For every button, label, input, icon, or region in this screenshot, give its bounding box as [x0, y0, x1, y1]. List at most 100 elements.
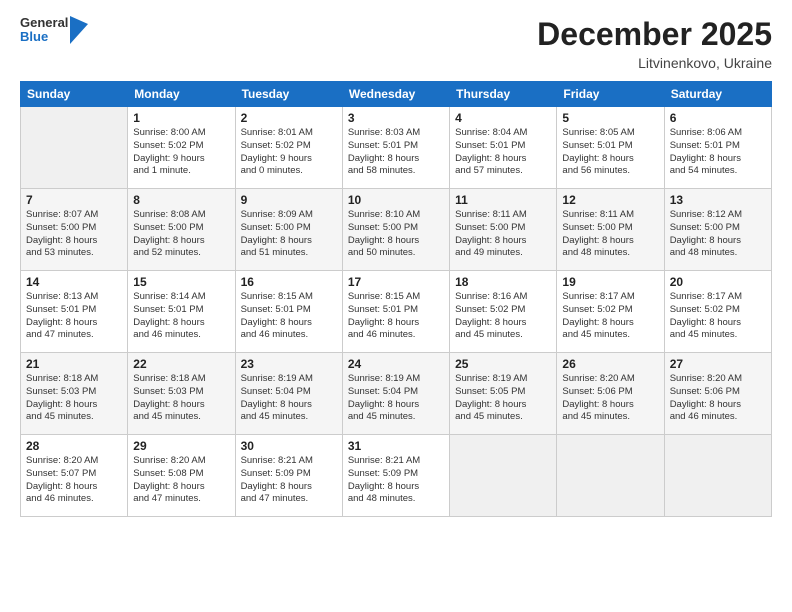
day-number: 29: [133, 439, 229, 453]
logo-blue: Blue: [20, 30, 68, 44]
day-info: Sunrise: 8:17 AMSunset: 5:02 PMDaylight:…: [670, 291, 766, 342]
day-number: 31: [348, 439, 444, 453]
day-info: Sunrise: 8:14 AMSunset: 5:01 PMDaylight:…: [133, 291, 229, 342]
header-day-sunday: Sunday: [21, 82, 128, 107]
day-number: 20: [670, 275, 766, 289]
day-info: Sunrise: 8:21 AMSunset: 5:09 PMDaylight:…: [241, 455, 337, 506]
day-info: Sunrise: 8:19 AMSunset: 5:04 PMDaylight:…: [348, 373, 444, 424]
day-number: 21: [26, 357, 122, 371]
day-info: Sunrise: 8:21 AMSunset: 5:09 PMDaylight:…: [348, 455, 444, 506]
day-number: 15: [133, 275, 229, 289]
logo-icon: [70, 16, 88, 44]
day-info: Sunrise: 8:11 AMSunset: 5:00 PMDaylight:…: [455, 209, 551, 260]
day-number: 17: [348, 275, 444, 289]
logo-general: General: [20, 16, 68, 30]
calendar-week-1: 1 Sunrise: 8:00 AMSunset: 5:02 PMDaylight…: [21, 107, 772, 189]
day-number: 12: [562, 193, 658, 207]
day-info: Sunrise: 8:08 AMSunset: 5:00 PMDaylight:…: [133, 209, 229, 260]
calendar-week-4: 21 Sunrise: 8:18 AMSunset: 5:03 PMDayligh…: [21, 353, 772, 435]
day-info: Sunrise: 8:15 AMSunset: 5:01 PMDaylight:…: [348, 291, 444, 342]
calendar-cell: 13 Sunrise: 8:12 AMSunset: 5:00 PMDayligh…: [664, 189, 771, 271]
day-number: 19: [562, 275, 658, 289]
day-number: 18: [455, 275, 551, 289]
day-info: Sunrise: 8:05 AMSunset: 5:01 PMDaylight:…: [562, 127, 658, 178]
calendar-cell: [450, 435, 557, 517]
calendar-cell: 29 Sunrise: 8:20 AMSunset: 5:08 PMDayligh…: [128, 435, 235, 517]
header-day-wednesday: Wednesday: [342, 82, 449, 107]
day-info: Sunrise: 8:20 AMSunset: 5:08 PMDaylight:…: [133, 455, 229, 506]
day-info: Sunrise: 8:13 AMSunset: 5:01 PMDaylight:…: [26, 291, 122, 342]
calendar-cell: 28 Sunrise: 8:20 AMSunset: 5:07 PMDayligh…: [21, 435, 128, 517]
day-info: Sunrise: 8:20 AMSunset: 5:07 PMDaylight:…: [26, 455, 122, 506]
calendar-cell: [21, 107, 128, 189]
day-info: Sunrise: 8:01 AMSunset: 5:02 PMDaylight:…: [241, 127, 337, 178]
day-number: 14: [26, 275, 122, 289]
day-info: Sunrise: 8:10 AMSunset: 5:00 PMDaylight:…: [348, 209, 444, 260]
day-number: 5: [562, 111, 658, 125]
day-info: Sunrise: 8:15 AMSunset: 5:01 PMDaylight:…: [241, 291, 337, 342]
calendar-table: SundayMondayTuesdayWednesdayThursdayFrid…: [20, 81, 772, 517]
day-info: Sunrise: 8:16 AMSunset: 5:02 PMDaylight:…: [455, 291, 551, 342]
day-info: Sunrise: 8:07 AMSunset: 5:00 PMDaylight:…: [26, 209, 122, 260]
day-info: Sunrise: 8:09 AMSunset: 5:00 PMDaylight:…: [241, 209, 337, 260]
calendar-cell: [557, 435, 664, 517]
day-info: Sunrise: 8:11 AMSunset: 5:00 PMDaylight:…: [562, 209, 658, 260]
day-info: Sunrise: 8:20 AMSunset: 5:06 PMDaylight:…: [562, 373, 658, 424]
calendar-week-2: 7 Sunrise: 8:07 AMSunset: 5:00 PMDaylight…: [21, 189, 772, 271]
day-info: Sunrise: 8:12 AMSunset: 5:00 PMDaylight:…: [670, 209, 766, 260]
calendar-cell: 30 Sunrise: 8:21 AMSunset: 5:09 PMDayligh…: [235, 435, 342, 517]
day-info: Sunrise: 8:17 AMSunset: 5:02 PMDaylight:…: [562, 291, 658, 342]
calendar-header-row: SundayMondayTuesdayWednesdayThursdayFrid…: [21, 82, 772, 107]
calendar-week-3: 14 Sunrise: 8:13 AMSunset: 5:01 PMDayligh…: [21, 271, 772, 353]
day-number: 7: [26, 193, 122, 207]
header-day-tuesday: Tuesday: [235, 82, 342, 107]
calendar-cell: 9 Sunrise: 8:09 AMSunset: 5:00 PMDaylight…: [235, 189, 342, 271]
calendar-cell: 12 Sunrise: 8:11 AMSunset: 5:00 PMDayligh…: [557, 189, 664, 271]
calendar-cell: 19 Sunrise: 8:17 AMSunset: 5:02 PMDayligh…: [557, 271, 664, 353]
day-info: Sunrise: 8:00 AMSunset: 5:02 PMDaylight:…: [133, 127, 229, 178]
calendar-cell: 31 Sunrise: 8:21 AMSunset: 5:09 PMDayligh…: [342, 435, 449, 517]
day-number: 13: [670, 193, 766, 207]
day-number: 22: [133, 357, 229, 371]
logo: General Blue: [20, 16, 88, 45]
day-info: Sunrise: 8:19 AMSunset: 5:04 PMDaylight:…: [241, 373, 337, 424]
day-info: Sunrise: 8:03 AMSunset: 5:01 PMDaylight:…: [348, 127, 444, 178]
header-day-friday: Friday: [557, 82, 664, 107]
day-number: 8: [133, 193, 229, 207]
logo-text: General Blue: [20, 16, 68, 45]
calendar-cell: 5 Sunrise: 8:05 AMSunset: 5:01 PMDaylight…: [557, 107, 664, 189]
page: General Blue December 2025 Litvinenkovo,…: [0, 0, 792, 612]
day-number: 4: [455, 111, 551, 125]
calendar-cell: 18 Sunrise: 8:16 AMSunset: 5:02 PMDayligh…: [450, 271, 557, 353]
calendar-cell: 15 Sunrise: 8:14 AMSunset: 5:01 PMDayligh…: [128, 271, 235, 353]
header-day-thursday: Thursday: [450, 82, 557, 107]
calendar-cell: 10 Sunrise: 8:10 AMSunset: 5:00 PMDayligh…: [342, 189, 449, 271]
day-number: 24: [348, 357, 444, 371]
day-number: 9: [241, 193, 337, 207]
calendar-cell: 3Sunrise: 8:03 AMSunset: 5:01 PMDaylight…: [342, 107, 449, 189]
day-info: Sunrise: 8:20 AMSunset: 5:06 PMDaylight:…: [670, 373, 766, 424]
day-number: 10: [348, 193, 444, 207]
calendar-cell: 25Sunrise: 8:19 AMSunset: 5:05 PMDayligh…: [450, 353, 557, 435]
calendar-cell: 21 Sunrise: 8:18 AMSunset: 5:03 PMDayligh…: [21, 353, 128, 435]
day-number: 1: [133, 111, 229, 125]
header: General Blue December 2025 Litvinenkovo,…: [20, 16, 772, 71]
month-year: December 2025: [537, 16, 772, 53]
day-number: 26: [562, 357, 658, 371]
day-number: 6: [670, 111, 766, 125]
calendar-cell: [664, 435, 771, 517]
day-info: Sunrise: 8:19 AMSunset: 5:05 PMDaylight:…: [455, 373, 551, 424]
calendar-cell: 24 Sunrise: 8:19 AMSunset: 5:04 PMDayligh…: [342, 353, 449, 435]
location: Litvinenkovo, Ukraine: [537, 55, 772, 71]
day-number: 11: [455, 193, 551, 207]
day-number: 28: [26, 439, 122, 453]
header-day-saturday: Saturday: [664, 82, 771, 107]
calendar-cell: 8 Sunrise: 8:08 AMSunset: 5:00 PMDaylight…: [128, 189, 235, 271]
day-number: 30: [241, 439, 337, 453]
day-number: 16: [241, 275, 337, 289]
calendar-cell: 6Sunrise: 8:06 AMSunset: 5:01 PMDaylight…: [664, 107, 771, 189]
calendar-cell: 27Sunrise: 8:20 AMSunset: 5:06 PMDayligh…: [664, 353, 771, 435]
calendar-cell: 2Sunrise: 8:01 AMSunset: 5:02 PMDaylight…: [235, 107, 342, 189]
calendar-cell: 16 Sunrise: 8:15 AMSunset: 5:01 PMDayligh…: [235, 271, 342, 353]
day-info: Sunrise: 8:18 AMSunset: 5:03 PMDaylight:…: [26, 373, 122, 424]
